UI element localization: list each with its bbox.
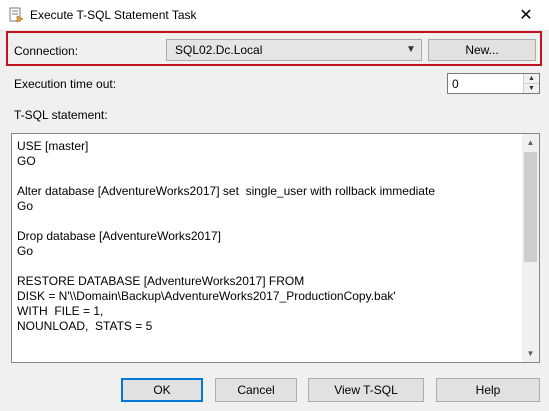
cancel-button[interactable]: Cancel [215, 378, 297, 402]
code-line: Go [17, 199, 34, 213]
spin-up-icon[interactable]: ▲ [524, 74, 539, 84]
connection-label: Connection: [14, 44, 79, 58]
scroll-down-icon[interactable]: ▼ [522, 345, 539, 362]
code-line: WITH FILE = 1, [17, 304, 104, 318]
spinner-buttons: ▲ ▼ [523, 74, 539, 93]
timeout-value: 0 [452, 77, 459, 91]
vertical-scrollbar[interactable]: ▲ ▼ [522, 134, 539, 362]
code-line: Alter database [AdventureWorks2017] set … [17, 184, 435, 198]
close-icon[interactable]: ✕ [503, 0, 549, 30]
chevron-down-icon: ▼ [406, 44, 416, 55]
connection-value: SQL02.Dc.Local [175, 43, 263, 57]
tsql-editor[interactable]: USE [master] GO Alter database [Adventure… [11, 133, 540, 363]
code-line: RESTORE DATABASE [AdventureWorks2017] FR… [17, 274, 305, 288]
title-bar: Execute T-SQL Statement Task ✕ [0, 0, 549, 31]
window-title: Execute T-SQL Statement Task [30, 8, 197, 22]
timeout-label: Execution time out: [14, 77, 117, 91]
spin-down-icon[interactable]: ▼ [524, 84, 539, 93]
code-line: NOUNLOAD, STATS = 5 [17, 319, 153, 333]
code-line: DISK = N'\\Domain\Backup\AdventureWorks2… [17, 289, 396, 303]
code-line: GO [17, 154, 36, 168]
new-connection-button[interactable]: New... [428, 39, 536, 61]
ok-button[interactable]: OK [121, 378, 203, 402]
scroll-thumb[interactable] [524, 152, 537, 262]
scroll-up-icon[interactable]: ▲ [522, 134, 539, 151]
code-line: USE [master] [17, 139, 89, 153]
code-line: Go [17, 244, 34, 258]
timeout-spinner[interactable]: 0 ▲ ▼ [447, 73, 540, 94]
task-icon [9, 7, 24, 23]
code-line: Drop database [AdventureWorks2017] [17, 229, 221, 243]
view-tsql-button[interactable]: View T-SQL [308, 378, 424, 402]
tsql-code: USE [master] GO Alter database [Adventure… [17, 139, 517, 334]
connection-combobox[interactable]: SQL02.Dc.Local ▼ [166, 39, 422, 61]
tsql-statement-label: T-SQL statement: [14, 108, 108, 122]
help-button[interactable]: Help [436, 378, 540, 402]
